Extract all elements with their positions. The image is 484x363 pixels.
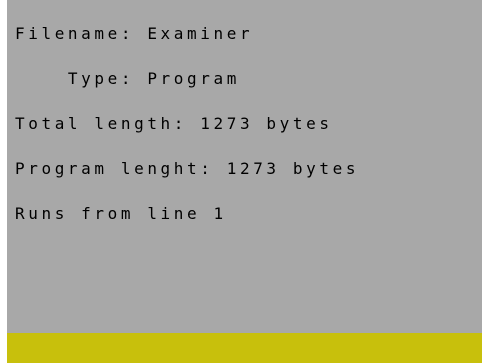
filename-line: Filename: Examiner [15, 24, 254, 43]
bottom-border [7, 333, 482, 363]
total-length-line: Total length: 1273 bytes [15, 114, 333, 133]
spectrum-screen: Filename: Examiner Type: Program Total l… [0, 0, 484, 363]
paper-area: Filename: Examiner Type: Program Total l… [7, 0, 482, 333]
runs-from-line: Runs from line 1 [15, 204, 227, 223]
type-line: Type: Program [15, 69, 240, 88]
tape-header-info: Filename: Examiner Type: Program Total l… [15, 0, 359, 251]
program-length-line: Program lenght: 1273 bytes [15, 159, 360, 178]
